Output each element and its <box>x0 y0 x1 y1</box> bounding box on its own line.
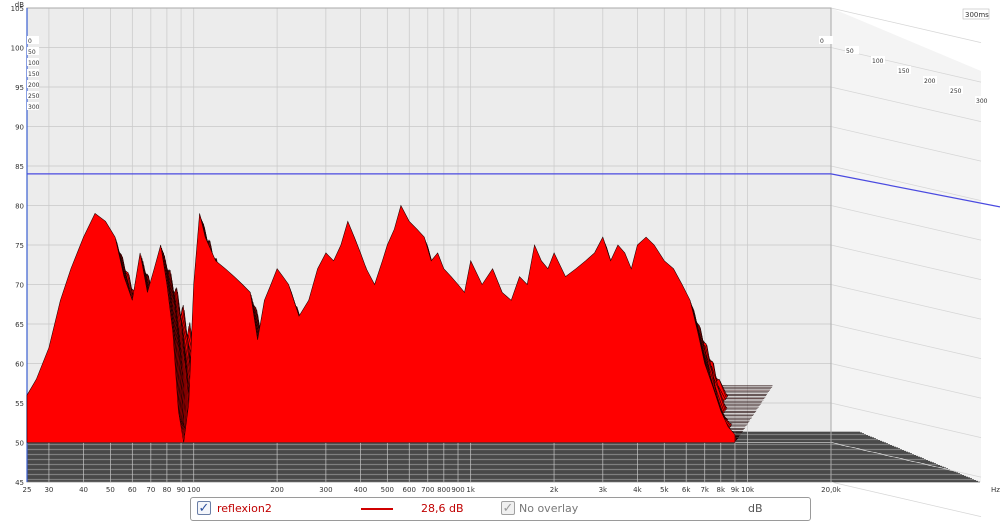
x-tick-label: 50 <box>106 486 115 494</box>
x-tick-label: 90 <box>177 486 186 494</box>
x-tick-label: 5k <box>660 486 669 494</box>
unit-label: dB <box>748 502 763 515</box>
x-tick-label: 4k <box>633 486 642 494</box>
x-tick-label: 3k <box>599 486 608 494</box>
y-axis-unit: dB <box>15 1 24 9</box>
x-tick-label: 40 <box>79 486 88 494</box>
x-tick-label: 7k <box>700 486 709 494</box>
x-tick-label: 6k <box>682 486 691 494</box>
overlay-label[interactable]: No overlay <box>519 498 578 520</box>
time-tick-label: 200 <box>28 82 40 89</box>
x-tick-label: 900 <box>451 486 464 494</box>
time-tick-label: 150 <box>28 71 40 78</box>
waterfall-plot[interactable]: 4550556065707580859095100105dB25 30 40 50 60… <box>0 0 1000 523</box>
time-tick-label-right: 250 <box>950 88 962 95</box>
time-tick-label-right: 300 <box>976 98 988 105</box>
overlay-checkbox[interactable]: ✓ <box>501 501 515 515</box>
time-tick-label: 0 <box>28 38 32 45</box>
range-value: 28,6 dB <box>421 502 464 515</box>
time-tick-label: 50 <box>28 49 36 56</box>
y-tick-label: 55 <box>15 400 24 408</box>
y-tick-label: 70 <box>15 282 24 290</box>
x-tick-label: 8k <box>717 486 726 494</box>
x-tick-label: 200 <box>270 486 283 494</box>
x-tick-label: 600 <box>403 486 416 494</box>
legend-bar: ✓ reflexion2 28,6 dB ✓ No overlay dB <box>190 497 811 521</box>
time-tick-label: 300 <box>28 104 40 111</box>
y-tick-label: 65 <box>15 321 24 329</box>
x-tick-label: 1k <box>466 486 475 494</box>
x-tick-label: 500 <box>381 486 394 494</box>
y-tick-label: 95 <box>15 84 24 92</box>
x-tick-label: 400 <box>354 486 367 494</box>
y-tick-label: 85 <box>15 163 24 171</box>
x-tick-label: 30 <box>44 486 53 494</box>
measurement-name[interactable]: reflexion2 <box>217 498 272 520</box>
x-tick-label: 20,0k <box>821 486 842 494</box>
waterfall-chart: 45 50 55 60 65 70 75 80 85 90 95 100 105 dB 25 30 40 50 60… <box>0 0 1000 523</box>
x-tick-label: 700 <box>421 486 434 494</box>
y-tick-label: 75 <box>15 242 24 250</box>
x-tick-label: 2k <box>550 486 559 494</box>
y-tick-label: 50 <box>15 440 24 448</box>
time-tick-label: 100 <box>28 60 40 67</box>
x-tick-label: 70 <box>146 486 155 494</box>
time-tick-label-right: 50 <box>846 48 854 55</box>
x-tick-label: 25 <box>23 486 32 494</box>
time-tick-label-right: 150 <box>898 68 910 75</box>
x-tick-label: 9k <box>731 486 740 494</box>
side-wall <box>831 8 981 482</box>
x-tick-label: 80 <box>162 486 171 494</box>
y-tick-label: 100 <box>11 45 24 53</box>
x-axis-unit: Hz <box>991 486 1000 494</box>
y-tick-label: 60 <box>15 361 24 369</box>
x-tick-label: 100 <box>187 486 200 494</box>
y-tick-label: 90 <box>15 124 24 132</box>
time-tick-label-right: 200 <box>924 78 936 85</box>
time-tick-label: 250 <box>28 93 40 100</box>
x-tick-label: 300 <box>319 486 332 494</box>
x-tick-label: 800 <box>437 486 450 494</box>
x-tick-label: 60 <box>128 486 137 494</box>
x-tick-label: 10k <box>741 486 755 494</box>
measurement-checkbox[interactable]: ✓ <box>197 501 211 515</box>
time-tick-label-right: 100 <box>872 58 884 65</box>
time-corner-label: 300ms <box>965 11 989 19</box>
side-grid-line <box>830 481 982 517</box>
y-tick-label: 80 <box>15 203 24 211</box>
time-tick-label-right: 0 <box>820 38 824 45</box>
